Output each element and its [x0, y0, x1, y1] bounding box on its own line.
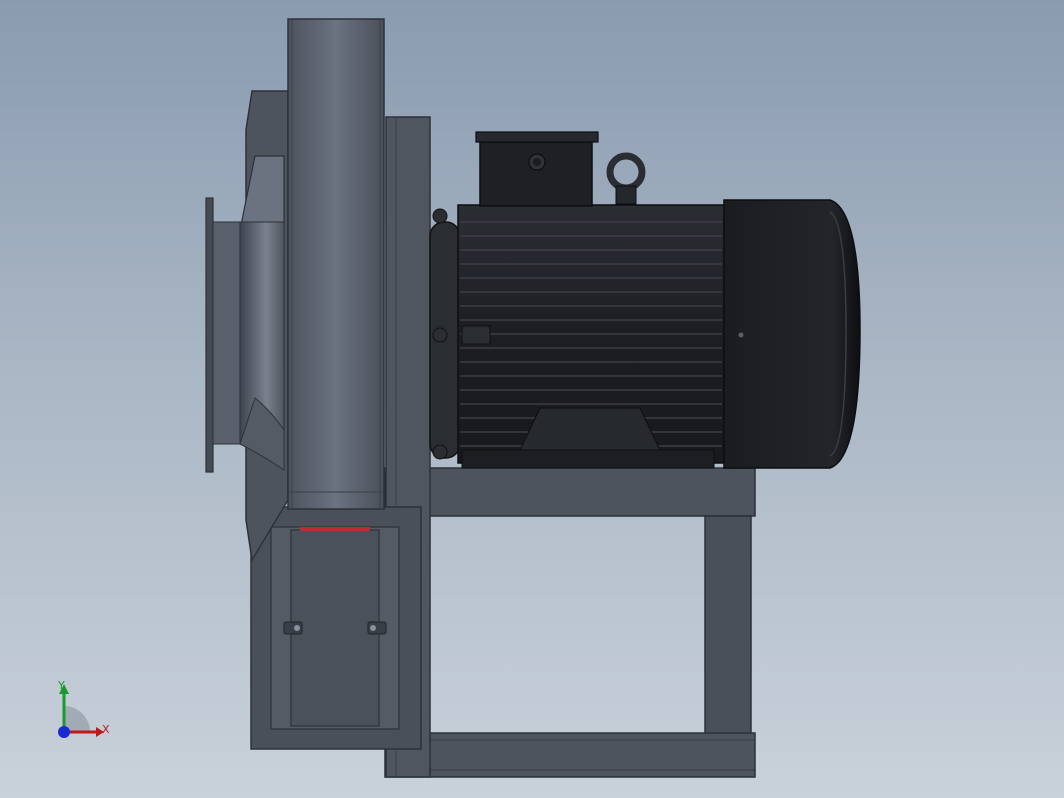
support-frame[interactable]	[384, 467, 756, 778]
triad-graphic	[58, 684, 104, 738]
motor-terminal-box[interactable]	[475, 131, 599, 207]
graphics-viewport[interactable]: Y X	[0, 0, 1064, 798]
y-axis-label: Y	[58, 679, 65, 692]
x-axis-label: X	[102, 723, 110, 736]
lifting-eye-bolt[interactable]	[606, 152, 646, 205]
cad-model[interactable]	[0, 0, 1064, 798]
coordinate-triad: Y X	[44, 676, 124, 746]
motor-end-cap[interactable]	[723, 199, 861, 469]
fan-inlet-flange[interactable]	[205, 155, 285, 473]
motor-body[interactable]	[429, 204, 725, 469]
